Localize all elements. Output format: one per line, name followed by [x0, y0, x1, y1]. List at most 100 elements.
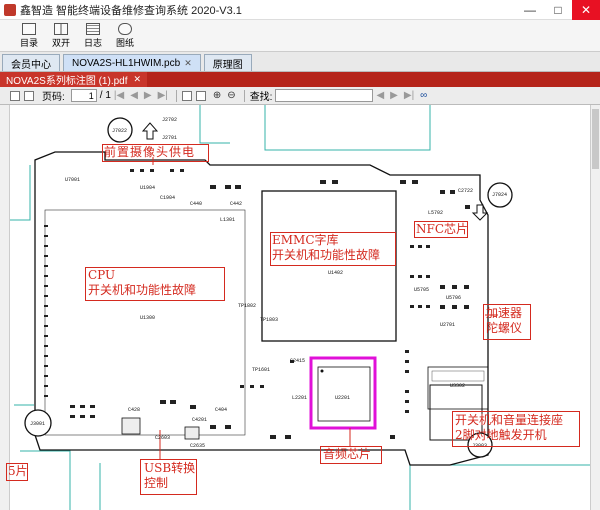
audio-chip-pin1 — [320, 369, 324, 373]
print-icon[interactable] — [10, 90, 20, 101]
find-prev-icon[interactable]: ◀ — [376, 90, 384, 101]
app-logo-icon — [4, 3, 16, 16]
ref-l2201: L2201 — [292, 395, 308, 401]
nfc-label: NFC芯片 — [416, 222, 469, 236]
emmc-label: EMMC字库 开关机和功能性故障 — [272, 233, 381, 262]
tab-strip: 会员中心 NOVA2S-HL1HWIM.pcb ✕ 原理图 — [0, 52, 600, 72]
window-controls: — □ ✕ — [516, 0, 600, 20]
board-outline-top — [199, 105, 431, 151]
close-button[interactable]: ✕ — [572, 0, 600, 20]
tab-pcb-file[interactable]: NOVA2S-HL1HWIM.pcb ✕ — [63, 54, 201, 71]
tab-close-icon[interactable]: ✕ — [184, 58, 192, 69]
ref-tp1803: TP1803 — [260, 317, 279, 323]
ref-c404: C404 — [215, 407, 228, 413]
ref-c440: C440 — [190, 201, 203, 207]
ref-c2722: C2722 — [458, 188, 474, 194]
pdf-viewer[interactable]: J7022 J2702 J2701 J7024 J3001 J3003 U140… — [0, 105, 600, 510]
board-outline-bottom — [20, 450, 590, 510]
ref-c442: C442 — [230, 201, 243, 207]
folder-icon — [22, 22, 36, 35]
prev-page-icon[interactable]: ◀ — [130, 90, 138, 101]
find-label: 查找: — [249, 92, 273, 103]
document-tab[interactable]: NOVA2S系列标注图 (1).pdf ✕ — [0, 72, 148, 87]
toolbar-button-log[interactable]: 日志 — [78, 21, 108, 51]
tab-member-center[interactable]: 会员中心 — [2, 54, 60, 71]
vertical-scrollbar[interactable] — [590, 105, 600, 510]
window-title: 鑫智造 智能终端设备维修查询系统 2020-V3.1 — [20, 4, 242, 17]
zoom-in-icon[interactable]: ⊕ — [213, 90, 221, 101]
minimize-button[interactable]: — — [516, 0, 544, 20]
board-outline-left — [10, 165, 34, 406]
zoom-out-icon[interactable]: ⊖ — [227, 90, 235, 101]
binoculars-icon[interactable]: ∞ — [420, 90, 427, 101]
emmc-block — [261, 190, 397, 342]
ref-j2702: J2702 — [162, 117, 178, 123]
tab-label: NOVA2S-HL1HWIM.pcb — [72, 57, 181, 69]
maximize-button[interactable]: □ — [544, 0, 572, 20]
ref-u5705: U5705 — [414, 287, 430, 293]
tab-schematic[interactable]: 原理图 — [203, 54, 252, 71]
next-page-icon[interactable]: ▶ — [144, 90, 152, 101]
page-total: / 1 — [99, 90, 111, 101]
fit-width-icon[interactable] — [195, 90, 206, 101]
ref-tp1601: TP1601 — [252, 367, 271, 373]
ref-c1904: C1904 — [160, 195, 176, 201]
find-options-icon[interactable]: ▶| — [404, 90, 414, 101]
ref-u1904: U1904 — [140, 185, 156, 191]
ref-l5702: L5702 — [428, 210, 444, 216]
ref-u2701: U2701 — [440, 322, 456, 328]
ref-u3302: U3302 — [450, 383, 466, 389]
battery-arrow — [471, 204, 489, 221]
document-tab-bar: NOVA2S系列标注图 (1).pdf ✕ — [0, 72, 600, 87]
toolbar-divider — [243, 89, 245, 102]
ref-j2701: J2701 — [162, 135, 178, 141]
fit-page-icon[interactable] — [181, 90, 192, 101]
document-close-icon[interactable]: ✕ — [134, 74, 142, 85]
log-icon — [86, 22, 100, 35]
toolbar-button-label: 图纸 — [115, 37, 134, 48]
connector-pins-row — [431, 370, 485, 382]
document-tab-label: NOVA2S系列标注图 (1).pdf — [6, 76, 128, 87]
scrollbar-thumb[interactable] — [592, 109, 599, 169]
pcb-drawing: J7022 J2702 J2701 J7024 J3001 J3003 U140… — [6, 105, 590, 510]
first-page-icon[interactable]: |◀ — [114, 90, 124, 101]
ref-l1301: L1301 — [220, 217, 236, 223]
ref-c2415: C2415 — [290, 358, 306, 364]
pdf-toolbar: 页码: / 1 |◀ ◀ ▶ ▶| ⊕ ⊖ 查找: ◀ ▶ ▶| ∞ — [0, 87, 600, 105]
page-number-input[interactable] — [70, 89, 97, 102]
toolbar-button-drawings[interactable]: 图纸 — [110, 21, 140, 51]
ref-c4201: C4201 — [192, 417, 208, 423]
ref-tp1802: TP1802 — [238, 303, 257, 309]
ref-c428: C428 — [128, 407, 141, 413]
tab-label: 会员中心 — [11, 59, 51, 71]
find-input[interactable] — [275, 89, 374, 102]
ref-u7001: U7001 — [65, 177, 81, 183]
ref-u5706: U5706 — [446, 295, 462, 301]
cpu-label: CPU 开关机和功能性故障 — [88, 268, 197, 297]
camera-power-label: 前置摄像头供电 — [104, 145, 196, 159]
last-page-icon[interactable]: ▶| — [158, 90, 168, 101]
ref-u1300: U1300 — [140, 315, 156, 321]
ref-j7022: J7022 — [112, 128, 128, 134]
ref-c2603: C2603 — [155, 435, 171, 441]
camera-flex-arrow — [141, 122, 159, 140]
toolbar-button-catalog[interactable]: 目录 — [14, 21, 44, 51]
left-cut-label: 5片 — [8, 464, 28, 478]
drawing-icon — [118, 22, 132, 35]
main-toolbar: 目录 双开 日志 图纸 — [0, 20, 600, 52]
usb-chip — [121, 417, 141, 435]
find-next-icon[interactable]: ▶ — [390, 90, 398, 101]
ref-c2635: C2635 — [190, 443, 206, 449]
ref-j7024: J7024 — [492, 192, 508, 198]
left-side-panel[interactable] — [0, 105, 10, 510]
toolbar-button-dual-open[interactable]: 双开 — [46, 21, 76, 51]
toolbar-button-label: 日志 — [83, 37, 102, 48]
audio-chip — [317, 366, 371, 422]
toolbar-button-label: 目录 — [19, 37, 38, 48]
ref-u1402: U1402 — [328, 270, 344, 276]
toolbar-button-label: 双开 — [51, 37, 70, 48]
ref-j3001: J3001 — [30, 421, 46, 427]
split-view-icon — [54, 22, 68, 35]
usb-label: USB转换 控制 — [144, 461, 196, 490]
save-icon[interactable] — [24, 90, 34, 101]
